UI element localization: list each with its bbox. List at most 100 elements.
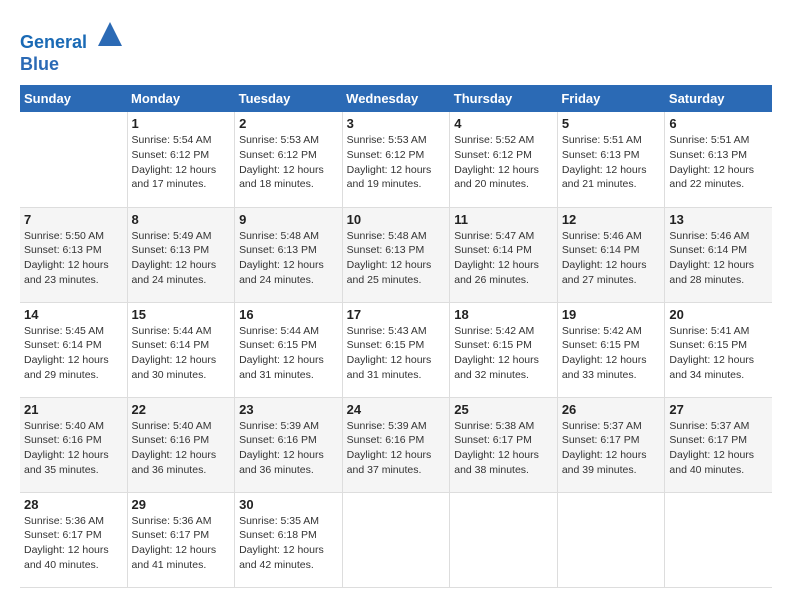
day-number: 15 xyxy=(132,307,231,322)
calendar-cell: 15 Sunrise: 5:44 AM Sunset: 6:14 PM Dayli… xyxy=(127,302,235,397)
week-row-2: 7 Sunrise: 5:50 AM Sunset: 6:13 PM Daylig… xyxy=(20,207,772,302)
calendar-cell: 22Sunrise: 5:40 AM Sunset: 6:16 PM Dayli… xyxy=(127,397,235,492)
day-info: Sunrise: 5:44 AM Sunset: 6:14 PM Dayligh… xyxy=(132,324,231,383)
calendar-cell: 6Sunrise: 5:51 AM Sunset: 6:13 PM Daylig… xyxy=(665,112,772,207)
day-info: Sunrise: 5:42 AM Sunset: 6:15 PM Dayligh… xyxy=(562,324,661,383)
day-info: Sunrise: 5:45 AM Sunset: 6:14 PM Dayligh… xyxy=(24,324,123,383)
week-row-1: 1 Sunrise: 5:54 AM Sunset: 6:12 PM Daylig… xyxy=(20,112,772,207)
calendar-cell: 20Sunrise: 5:41 AM Sunset: 6:15 PM Dayli… xyxy=(665,302,772,397)
calendar-cell: 17 Sunrise: 5:43 AM Sunset: 6:15 PM Dayli… xyxy=(342,302,450,397)
day-number: 21 xyxy=(24,402,123,417)
calendar-cell: 1 Sunrise: 5:54 AM Sunset: 6:12 PM Daylig… xyxy=(127,112,235,207)
weekday-header-tuesday: Tuesday xyxy=(235,85,343,112)
day-info: Sunrise: 5:40 AM Sunset: 6:16 PM Dayligh… xyxy=(24,419,123,478)
calendar-cell: 21 Sunrise: 5:40 AM Sunset: 6:16 PM Dayli… xyxy=(20,397,127,492)
calendar-cell: 5Sunrise: 5:51 AM Sunset: 6:13 PM Daylig… xyxy=(557,112,665,207)
logo: General Blue xyxy=(20,20,124,75)
day-info: Sunrise: 5:47 AM Sunset: 6:14 PM Dayligh… xyxy=(454,229,553,288)
day-number: 28 xyxy=(24,497,123,512)
day-number: 29 xyxy=(132,497,231,512)
day-number: 11 xyxy=(454,212,553,227)
day-number: 26 xyxy=(562,402,661,417)
calendar-cell: 3 Sunrise: 5:53 AM Sunset: 6:12 PM Daylig… xyxy=(342,112,450,207)
day-info: Sunrise: 5:39 AM Sunset: 6:16 PM Dayligh… xyxy=(239,419,338,478)
day-number: 16 xyxy=(239,307,338,322)
weekday-header-monday: Monday xyxy=(127,85,235,112)
weekday-header-row: SundayMondayTuesdayWednesdayThursdayFrid… xyxy=(20,85,772,112)
week-row-5: 28 Sunrise: 5:36 AM Sunset: 6:17 PM Dayli… xyxy=(20,492,772,587)
day-number: 18 xyxy=(454,307,553,322)
page-header: General Blue xyxy=(20,20,772,75)
day-info: Sunrise: 5:53 AM Sunset: 6:12 PM Dayligh… xyxy=(239,133,338,192)
calendar-cell: 13Sunrise: 5:46 AM Sunset: 6:14 PM Dayli… xyxy=(665,207,772,302)
day-info: Sunrise: 5:37 AM Sunset: 6:17 PM Dayligh… xyxy=(669,419,768,478)
calendar-cell: 25 Sunrise: 5:38 AM Sunset: 6:17 PM Dayli… xyxy=(450,397,558,492)
logo-general: General xyxy=(20,32,87,52)
logo-icon xyxy=(96,20,124,48)
day-info: Sunrise: 5:48 AM Sunset: 6:13 PM Dayligh… xyxy=(239,229,338,288)
calendar-cell xyxy=(450,492,558,587)
day-number: 2 xyxy=(239,116,338,131)
calendar-cell: 10 Sunrise: 5:48 AM Sunset: 6:13 PM Dayli… xyxy=(342,207,450,302)
day-info: Sunrise: 5:36 AM Sunset: 6:17 PM Dayligh… xyxy=(24,514,123,573)
calendar-cell: 24Sunrise: 5:39 AM Sunset: 6:16 PM Dayli… xyxy=(342,397,450,492)
day-info: Sunrise: 5:54 AM Sunset: 6:12 PM Dayligh… xyxy=(132,133,231,192)
calendar-cell: 11 Sunrise: 5:47 AM Sunset: 6:14 PM Dayli… xyxy=(450,207,558,302)
day-info: Sunrise: 5:49 AM Sunset: 6:13 PM Dayligh… xyxy=(132,229,231,288)
day-number: 10 xyxy=(347,212,446,227)
calendar-table: SundayMondayTuesdayWednesdayThursdayFrid… xyxy=(20,85,772,588)
calendar-cell xyxy=(557,492,665,587)
day-number: 23 xyxy=(239,402,338,417)
day-info: Sunrise: 5:41 AM Sunset: 6:15 PM Dayligh… xyxy=(669,324,768,383)
day-info: Sunrise: 5:51 AM Sunset: 6:13 PM Dayligh… xyxy=(669,133,768,192)
day-number: 30 xyxy=(239,497,338,512)
calendar-cell: 2 Sunrise: 5:53 AM Sunset: 6:12 PM Daylig… xyxy=(235,112,343,207)
weekday-header-thursday: Thursday xyxy=(450,85,558,112)
day-number: 4 xyxy=(454,116,553,131)
calendar-cell: 23 Sunrise: 5:39 AM Sunset: 6:16 PM Dayli… xyxy=(235,397,343,492)
weekday-header-friday: Friday xyxy=(557,85,665,112)
day-number: 1 xyxy=(132,116,231,131)
week-row-3: 14 Sunrise: 5:45 AM Sunset: 6:14 PM Dayli… xyxy=(20,302,772,397)
day-info: Sunrise: 5:37 AM Sunset: 6:17 PM Dayligh… xyxy=(562,419,661,478)
day-info: Sunrise: 5:38 AM Sunset: 6:17 PM Dayligh… xyxy=(454,419,553,478)
day-info: Sunrise: 5:44 AM Sunset: 6:15 PM Dayligh… xyxy=(239,324,338,383)
day-info: Sunrise: 5:52 AM Sunset: 6:12 PM Dayligh… xyxy=(454,133,553,192)
calendar-cell: 4 Sunrise: 5:52 AM Sunset: 6:12 PM Daylig… xyxy=(450,112,558,207)
calendar-cell: 9 Sunrise: 5:48 AM Sunset: 6:13 PM Daylig… xyxy=(235,207,343,302)
day-number: 3 xyxy=(347,116,446,131)
calendar-cell: 29Sunrise: 5:36 AM Sunset: 6:17 PM Dayli… xyxy=(127,492,235,587)
day-info: Sunrise: 5:43 AM Sunset: 6:15 PM Dayligh… xyxy=(347,324,446,383)
day-info: Sunrise: 5:42 AM Sunset: 6:15 PM Dayligh… xyxy=(454,324,553,383)
weekday-header-sunday: Sunday xyxy=(20,85,127,112)
day-number: 19 xyxy=(562,307,661,322)
calendar-cell: 16 Sunrise: 5:44 AM Sunset: 6:15 PM Dayli… xyxy=(235,302,343,397)
day-info: Sunrise: 5:48 AM Sunset: 6:13 PM Dayligh… xyxy=(347,229,446,288)
calendar-cell: 14 Sunrise: 5:45 AM Sunset: 6:14 PM Dayli… xyxy=(20,302,127,397)
day-number: 13 xyxy=(669,212,768,227)
day-info: Sunrise: 5:50 AM Sunset: 6:13 PM Dayligh… xyxy=(24,229,123,288)
calendar-cell: 12 Sunrise: 5:46 AM Sunset: 6:14 PM Dayli… xyxy=(557,207,665,302)
day-number: 22 xyxy=(132,402,231,417)
day-number: 25 xyxy=(454,402,553,417)
day-number: 27 xyxy=(669,402,768,417)
day-info: Sunrise: 5:35 AM Sunset: 6:18 PM Dayligh… xyxy=(239,514,338,573)
day-number: 14 xyxy=(24,307,123,322)
week-row-4: 21 Sunrise: 5:40 AM Sunset: 6:16 PM Dayli… xyxy=(20,397,772,492)
day-number: 7 xyxy=(24,212,123,227)
day-info: Sunrise: 5:39 AM Sunset: 6:16 PM Dayligh… xyxy=(347,419,446,478)
day-info: Sunrise: 5:53 AM Sunset: 6:12 PM Dayligh… xyxy=(347,133,446,192)
weekday-header-saturday: Saturday xyxy=(665,85,772,112)
day-number: 8 xyxy=(132,212,231,227)
calendar-cell: 26 Sunrise: 5:37 AM Sunset: 6:17 PM Dayli… xyxy=(557,397,665,492)
calendar-cell: 27 Sunrise: 5:37 AM Sunset: 6:17 PM Dayli… xyxy=(665,397,772,492)
day-number: 9 xyxy=(239,212,338,227)
calendar-cell xyxy=(665,492,772,587)
weekday-header-wednesday: Wednesday xyxy=(342,85,450,112)
logo-blue: Blue xyxy=(20,54,59,74)
day-info: Sunrise: 5:46 AM Sunset: 6:14 PM Dayligh… xyxy=(562,229,661,288)
calendar-cell xyxy=(20,112,127,207)
day-number: 12 xyxy=(562,212,661,227)
day-number: 5 xyxy=(562,116,661,131)
day-number: 17 xyxy=(347,307,446,322)
